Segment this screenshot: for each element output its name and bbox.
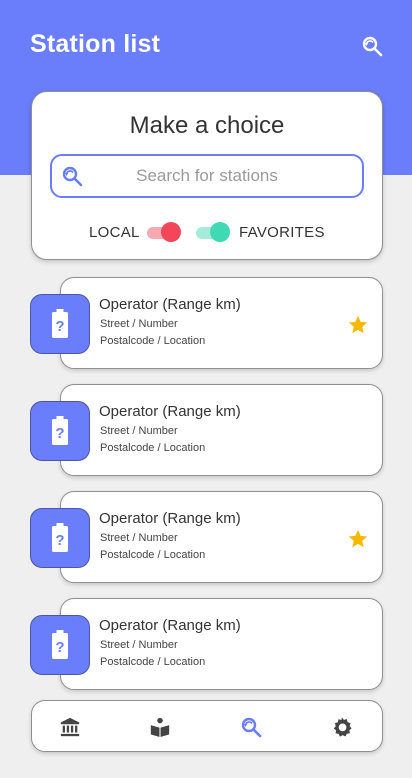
search-icon	[362, 36, 383, 57]
station-street: Street / Number	[100, 425, 178, 437]
battery-unknown-icon: ?	[52, 630, 68, 659]
book-icon	[150, 717, 170, 738]
nav-search-button[interactable]	[237, 713, 265, 741]
choice-card: Make a choice LOCAL FAVO	[31, 91, 383, 260]
local-toggle-switch[interactable]	[147, 221, 181, 243]
station-search-input[interactable]	[92, 162, 322, 190]
station-postal: Postalcode / Location	[100, 656, 206, 668]
favorite-star-button[interactable]	[347, 314, 369, 336]
battery-unknown-icon: ?	[52, 309, 68, 338]
local-toggle-knob	[161, 222, 181, 242]
svg-text:?: ?	[55, 318, 64, 335]
station-item[interactable]: ? Operator (Range km) Street / Number Po…	[30, 384, 384, 478]
station-item[interactable]: ? Operator (Range km) Street / Number Po…	[30, 598, 384, 692]
choice-title: Make a choice	[129, 112, 285, 139]
bank-icon	[60, 717, 80, 737]
station-item[interactable]: ? Operator (Range km) Street / Number Po…	[30, 491, 384, 585]
station-operator: Operator (Range km)	[99, 617, 241, 634]
svg-text:?: ?	[55, 639, 64, 656]
station-badge: ?	[30, 508, 90, 568]
search-icon	[62, 166, 83, 187]
station-badge: ?	[30, 294, 90, 354]
station-badge: ?	[30, 401, 90, 461]
station-operator: Operator (Range km)	[99, 403, 241, 420]
star-icon	[348, 315, 368, 334]
nav-settings-button[interactable]	[328, 713, 356, 741]
svg-text:?: ?	[55, 425, 64, 442]
svg-text:?: ?	[55, 532, 64, 549]
nav-bank-button[interactable]	[56, 713, 84, 741]
station-operator: Operator (Range km)	[99, 296, 241, 313]
station-operator: Operator (Range km)	[99, 510, 241, 527]
station-postal: Postalcode / Location	[100, 335, 206, 347]
app: Station list Make a choice Search for st…	[0, 0, 412, 778]
search-icon	[241, 717, 262, 738]
station-postal: Postalcode / Location	[100, 442, 206, 454]
station-search-box[interactable]	[50, 154, 364, 198]
station-street: Street / Number	[100, 532, 178, 544]
local-toggle-label: LOCAL	[89, 224, 140, 241]
toggle-row: LOCAL FAVORITES	[32, 217, 382, 247]
favorites-toggle-knob	[210, 222, 230, 242]
favorites-toggle-label: FAVORITES	[239, 224, 325, 241]
page-title: Station list	[30, 30, 161, 58]
settings-icon	[333, 717, 352, 737]
search-field-icon	[60, 164, 84, 188]
favorite-star-button[interactable]	[347, 528, 369, 550]
station-street: Street / Number	[100, 639, 178, 651]
station-postal: Postalcode / Location	[100, 549, 206, 561]
battery-unknown-icon: ?	[52, 523, 68, 552]
station-street: Street / Number	[100, 318, 178, 330]
favorites-toggle-switch[interactable]	[196, 221, 230, 243]
battery-unknown-icon: ?	[52, 416, 68, 445]
star-icon	[348, 529, 368, 548]
header-search-button[interactable]	[358, 32, 386, 60]
station-item[interactable]: ? Operator (Range km) Street / Number Po…	[30, 277, 384, 371]
nav-book-button[interactable]	[146, 713, 174, 741]
bottom-nav	[31, 700, 383, 752]
station-badge: ?	[30, 615, 90, 675]
